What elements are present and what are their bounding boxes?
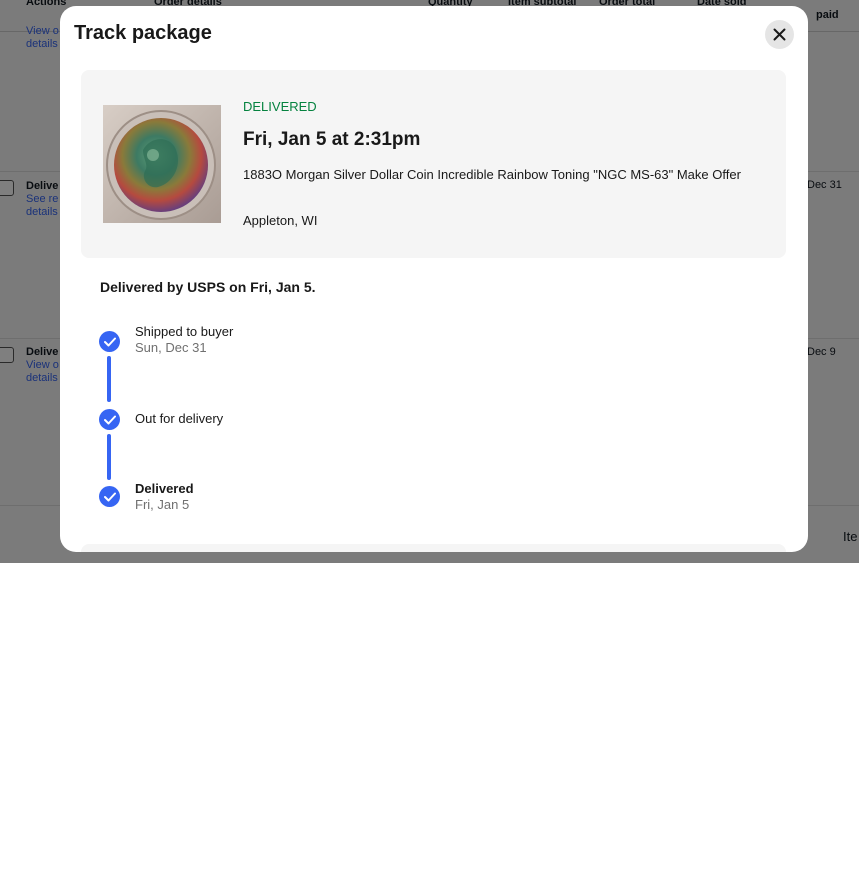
check-icon [99,331,120,352]
close-button[interactable] [765,20,794,49]
delivery-datetime: Fri, Jan 5 at 2:31pm [243,129,421,150]
step-label-shipped: Shipped to buyer [135,324,234,339]
check-icon [99,409,120,430]
item-image [103,105,221,223]
step-label-out-for-delivery: Out for delivery [135,411,224,426]
shipment-card: DELIVERED Fri, Jan 5 at 2:31pm 1883O Mor… [81,70,786,258]
check-icon [99,486,120,507]
delivery-status-label: DELIVERED [243,99,317,114]
ship-location: Appleton, WI [243,213,318,228]
delivery-summary: Delivered by USPS on Fri, Jan 5. [100,279,316,295]
timeline-connector [107,434,111,480]
item-title: 1883O Morgan Silver Dollar Coin Incredib… [243,167,741,182]
dialog-title: Track package [74,22,212,44]
step-date-shipped: Sun, Dec 31 [135,340,207,355]
close-icon [773,28,786,41]
track-package-dialog: Track package DELIVERED Fri, Jan 5 at 2:… [60,6,808,552]
timeline-connector [107,356,111,402]
next-section-card [81,544,786,552]
step-date-delivered: Fri, Jan 5 [135,497,190,512]
step-label-delivered: Delivered [135,481,194,496]
